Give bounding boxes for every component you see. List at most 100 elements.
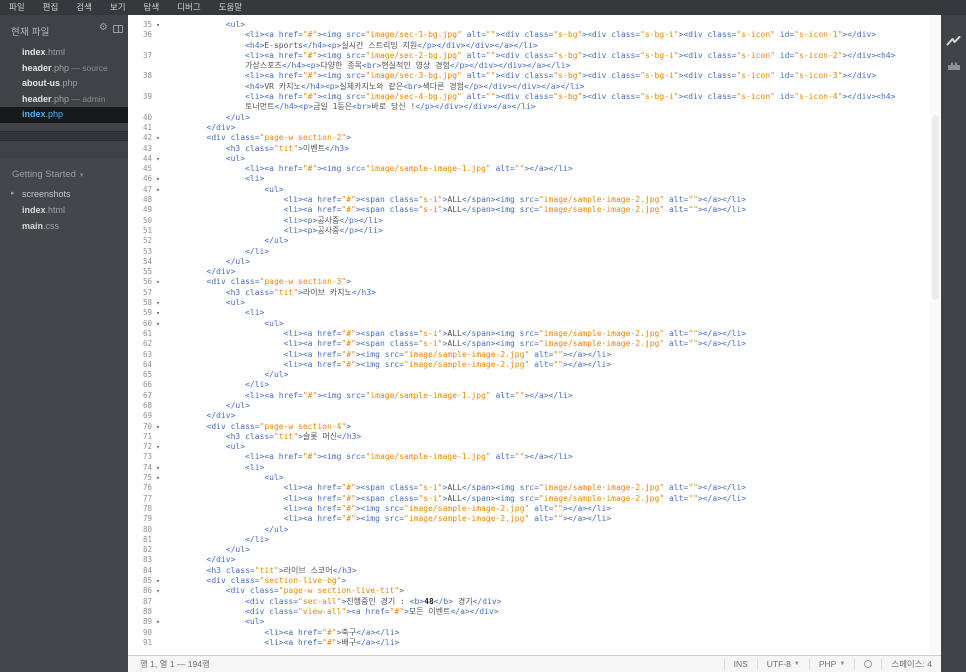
tree-file[interactable]: index.html (0, 202, 128, 218)
menu-item[interactable]: 파일 (0, 0, 34, 15)
fold-arrow-icon[interactable]: ▾ (152, 277, 168, 287)
gear-icon[interactable]: ⚙ (99, 23, 108, 33)
code-line[interactable]: 61 <li><a href="#"><span class="s-i">ALL… (128, 329, 930, 339)
code-line[interactable]: 87 <div class="sec-all">진행중인 경기 : <b>48<… (128, 597, 930, 607)
code-line[interactable]: 77 <li><a href="#"><span class="s-i">ALL… (128, 494, 930, 504)
code-line[interactable]: 67 <li><a href="#"><img src="image/sampl… (128, 391, 930, 401)
code-line[interactable]: 39 <li><a href="#"><img src="image/sec-4… (128, 92, 930, 102)
code-line[interactable]: 83 </div> (128, 555, 930, 565)
code-line[interactable]: 81 </li> (128, 535, 930, 545)
code-line[interactable]: 46 ▾ <li> (128, 174, 930, 184)
code-line[interactable]: 68 </ul> (128, 401, 930, 411)
fold-arrow-icon[interactable]: ▾ (152, 133, 168, 143)
code-line[interactable]: 36 <li><a href="#"><img src="image/sec-1… (128, 30, 930, 40)
code-line[interactable]: 85 ▾ <div class="section-live-bg"> (128, 576, 930, 586)
code-line[interactable]: 79 <li><a href="#"><img src="image/sampl… (128, 514, 930, 524)
working-file[interactable]: header.php — admin (0, 92, 128, 108)
code-line[interactable]: 73 <li><a href="#"><img src="image/sampl… (128, 452, 930, 462)
scrollbar-thumb[interactable] (932, 115, 939, 300)
code-line[interactable]: 48 <li><a href="#"><span class="s-i">ALL… (128, 195, 930, 205)
code-line[interactable]: 40 </ul> (128, 113, 930, 123)
code-line[interactable]: 76 <li><a href="#"><span class="s-i">ALL… (128, 483, 930, 493)
code-line[interactable]: 38 <li><a href="#"><img src="image/sec-3… (128, 71, 930, 81)
working-file[interactable]: header.php — source (0, 61, 128, 77)
code-line[interactable]: 37 <li><a href="#"><img src="image/sec-2… (128, 51, 930, 61)
code-line[interactable]: 82 </ul> (128, 545, 930, 555)
code-line[interactable]: 89 ▾ <ul> (128, 617, 930, 627)
menu-item[interactable]: 보기 (101, 0, 135, 15)
code-line[interactable]: 53 </li> (128, 247, 930, 257)
fold-arrow-icon[interactable]: ▾ (152, 473, 168, 483)
code-line[interactable]: 35 ▾ <ul> (128, 20, 930, 30)
fold-arrow-icon[interactable]: ▾ (152, 185, 168, 195)
menu-item[interactable]: 도움말 (210, 0, 251, 15)
code-line[interactable]: 55 </div> (128, 267, 930, 277)
code-line[interactable]: 52 </ul> (128, 236, 930, 246)
code-line[interactable]: 78 <li><a href="#"><img src="image/sampl… (128, 504, 930, 514)
fold-arrow-icon[interactable]: ▾ (152, 442, 168, 452)
code-line[interactable]: 54 </ul> (128, 257, 930, 267)
menu-item[interactable]: 디버그 (168, 0, 209, 15)
menu-item[interactable]: 검색 (67, 0, 101, 15)
menu-item[interactable]: 편집 (34, 0, 68, 15)
fold-arrow-icon[interactable]: ▾ (152, 319, 168, 329)
language-select[interactable]: PHP ▼ (808, 658, 854, 670)
code-line[interactable]: 가상스포츠</h4><p>다양한 종목<br>현실적인 영상 경험</p></d… (128, 61, 930, 71)
code-line[interactable]: 57 <h3 class="tit">라이브 카지노</h3> (128, 288, 930, 298)
code-line[interactable]: <h4>E-sports</h4><p>실시간 스트리밍 지원</p></div… (128, 41, 930, 51)
code-line[interactable]: 60 ▾ <ul> (128, 319, 930, 329)
code-editor[interactable]: 35 ▾ <ul> 36 <li><a href="#"><img src="ima… (128, 15, 930, 655)
code-line[interactable]: 45 <li><a href="#"><img src="image/sampl… (128, 164, 930, 174)
code-line[interactable]: 41 </div> (128, 123, 930, 133)
live-preview-lightning-icon[interactable] (941, 29, 966, 53)
fold-arrow-icon[interactable]: ▾ (152, 576, 168, 586)
code-line[interactable]: 84 <h3 class="tit">라이브 스코어</h3> (128, 566, 930, 576)
code-line[interactable]: 75 ▾ <ul> (128, 473, 930, 483)
vertical-scrollbar[interactable] (930, 15, 941, 655)
code-line[interactable]: 50 <li><p>공사중</p></li> (128, 216, 930, 226)
working-file[interactable]: index.html (0, 45, 128, 61)
code-line[interactable]: 74 ▾ <li> (128, 463, 930, 473)
fold-arrow-icon[interactable]: ▾ (152, 174, 168, 184)
code-line[interactable]: 71 <h3 class="tit">슬롯 머신</h3> (128, 432, 930, 442)
code-line[interactable]: 80 </ul> (128, 525, 930, 535)
code-line[interactable]: 69 </div> (128, 411, 930, 421)
code-line[interactable]: 56 ▾ <div class="page-w section-3"> (128, 277, 930, 287)
code-line[interactable]: 58 ▾ <ul> (128, 298, 930, 308)
code-line[interactable]: 토너먼트</h4><p>금일 1등은<br>바로 당신 !</p></div><… (128, 102, 930, 112)
code-line[interactable]: 66 </li> (128, 380, 930, 390)
code-line[interactable]: 59 ▾ <li> (128, 308, 930, 318)
code-line[interactable]: 44 ▾ <ul> (128, 154, 930, 164)
code-line[interactable]: <h4>VR 카지노</h4><p>실제카지노와 같은<br>색다른 경험</p… (128, 82, 930, 92)
fold-arrow-icon[interactable]: ▾ (152, 422, 168, 432)
code-line[interactable]: 90 <li><a href="#">축구</a></li> (128, 628, 930, 638)
code-line[interactable]: 64 <li><a href="#"><img src="image/sampl… (128, 360, 930, 370)
code-line[interactable]: 70 ▾ <div class="page-w section-4"> (128, 422, 930, 432)
code-line[interactable]: 49 <li><a href="#"><span class="s-i">ALL… (128, 205, 930, 215)
code-line[interactable]: 42 ▾ <div class="page-w section-2"> (128, 133, 930, 143)
encoding-select[interactable]: UTF-8 ▼ (756, 658, 809, 670)
fold-arrow-icon[interactable]: ▾ (152, 20, 168, 30)
fold-arrow-icon[interactable]: ▾ (152, 154, 168, 164)
menu-item[interactable]: 탐색 (135, 0, 169, 15)
working-file-active[interactable]: index.php (0, 107, 128, 123)
insert-mode-indicator[interactable]: INS (723, 658, 757, 670)
problems-indicator[interactable] (854, 658, 881, 670)
code-line[interactable]: 88 <div class="view-all"><a href="#">모든 … (128, 607, 930, 617)
code-line[interactable]: 43 <h3 class="tit">이벤트</h3> (128, 144, 930, 154)
code-line[interactable]: 62 <li><a href="#"><span class="s-i">ALL… (128, 339, 930, 349)
code-line[interactable]: 65 </ul> (128, 370, 930, 380)
fold-arrow-icon[interactable]: ▾ (152, 308, 168, 318)
code-line[interactable]: 47 ▾ <ul> (128, 185, 930, 195)
chevron-right-icon[interactable]: ▸ (11, 186, 15, 202)
code-line[interactable]: 91 <li><a href="#">배구</a></li> (128, 638, 930, 648)
code-line[interactable]: 72 ▾ <ul> (128, 442, 930, 452)
fold-arrow-icon[interactable]: ▾ (152, 298, 168, 308)
fold-arrow-icon[interactable]: ▾ (152, 617, 168, 627)
code-line[interactable]: 86 ▾ <div class="page-w section-live-tit"… (128, 586, 930, 596)
fold-arrow-icon[interactable]: ▾ (152, 586, 168, 596)
code-line[interactable]: 51 <li><p>공사중</p></li> (128, 226, 930, 236)
split-view-icon[interactable] (113, 25, 123, 33)
tree-file[interactable]: main.css (0, 218, 128, 234)
extension-manager-brick-icon[interactable] (941, 53, 966, 77)
